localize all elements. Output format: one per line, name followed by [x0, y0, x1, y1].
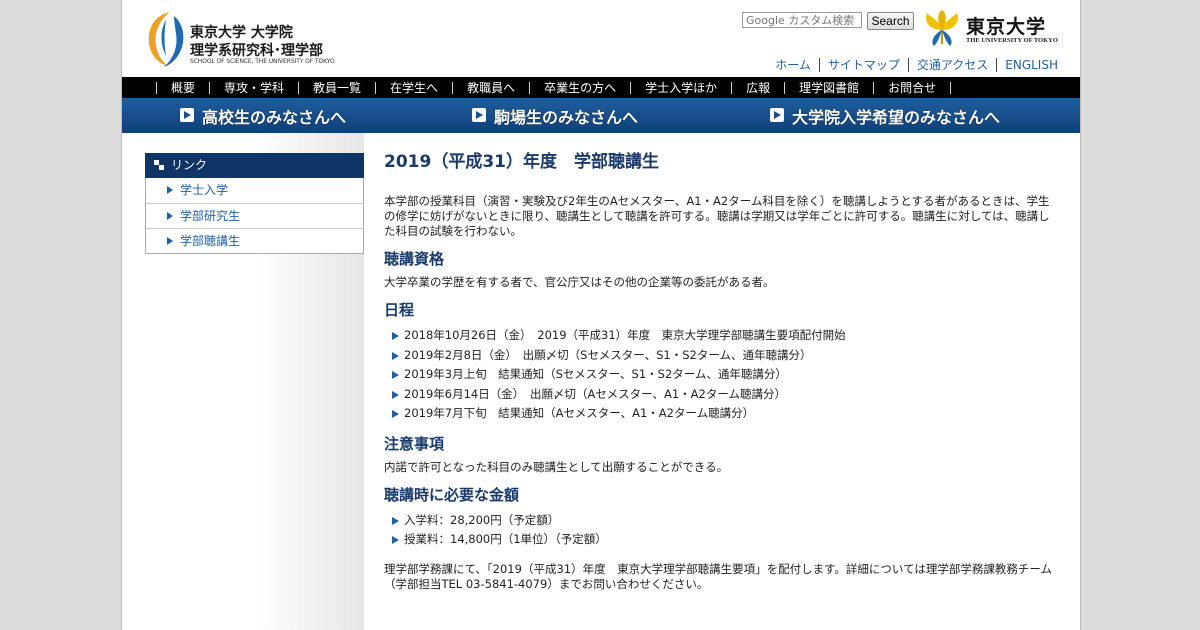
- list-item: 入学料：28,200円（予定額）: [384, 511, 1054, 531]
- nav-item-library[interactable]: 理学図書館: [784, 81, 873, 94]
- sidebar-heading: リンク: [145, 153, 364, 178]
- triangle-right-icon: [392, 351, 399, 360]
- triangle-right-icon: [392, 390, 399, 399]
- util-nav-home[interactable]: ホーム: [767, 58, 820, 72]
- qualification-heading: 聴講資格: [384, 250, 445, 268]
- list-item: 授業料：14,800円（1単位）（予定額）: [384, 530, 1054, 550]
- arrow-right-icon: [472, 108, 486, 122]
- arrow-right-icon: [180, 108, 194, 122]
- qualification-text: 大学卒業の学歴を有する者で、官公庁又はその他の企業等の委託がある者。: [384, 275, 775, 289]
- utokyo-name-en: THE UNIVERSITY OF TOKYO: [966, 37, 1058, 44]
- banner-komaba[interactable]: 駒場生のみなさんへ: [441, 98, 760, 133]
- section-notes: 注意事項 内諾で許可となった科目のみ聴講生として出願することができる。: [384, 434, 1054, 475]
- main-content: 2019（平成31）年度 学部聴講生 本学部の授業科目（演習・実験及び2年生のA…: [384, 150, 1054, 592]
- triangle-right-icon: [392, 371, 399, 379]
- fees-heading: 聴講時に必要な金額: [384, 485, 520, 504]
- search-button[interactable]: Search: [867, 12, 914, 30]
- triangle-right-icon: [392, 410, 399, 418]
- nav-item-departments[interactable]: 専攻・学科: [209, 81, 298, 94]
- section-fees: 聴講時に必要な金額 入学料：28,200円（予定額） 授業料：14,800円（1…: [384, 485, 1054, 550]
- banner-high-school[interactable]: 高校生のみなさんへ: [122, 98, 441, 133]
- logo-subtitle: SCHOOL OF SCIENCE, THE UNIVERSITY OF TOK…: [190, 58, 335, 65]
- audience-banner: 高校生のみなさんへ 駒場生のみなさんへ 大学院入学希望のみなさんへ: [122, 98, 1080, 133]
- list-item: 2018年10月26日（金） 2019（平成31）年度 東京大学理学部聴講生要項…: [384, 326, 1054, 346]
- utokyo-logo[interactable]: 東京大学 THE UNIVERSITY OF TOKYO: [924, 10, 1060, 50]
- intro-text: 本学部の授業科目（演習・実験及び2年生のAセメスター、A1・A2ターム科目を除く…: [384, 194, 1050, 238]
- faculty-logo-mark-icon: [148, 12, 184, 67]
- list-item: 2019年2月8日（金） 出願〆切（Sセメスター、S1・S2ターム、通年聴講分）: [384, 346, 1054, 366]
- distribution-note: 理学部学務課にて、「2019（平成31）年度 東京大学理学部聴講生要項」を配付し…: [384, 561, 1052, 591]
- nav-item-students[interactable]: 在学生へ: [375, 81, 452, 94]
- banner-label: 駒場生のみなさんへ: [494, 108, 639, 127]
- triangle-right-icon: [392, 332, 399, 340]
- nav-item-contact[interactable]: お問合せ: [873, 81, 952, 94]
- arrow-right-icon: [770, 108, 784, 122]
- triangle-right-icon: [392, 536, 399, 544]
- util-nav-access[interactable]: 交通アクセス: [908, 58, 998, 72]
- logo-title-line2: 理学系研究科･理学部: [190, 43, 323, 59]
- logo-title-line1: 東京大学 大学院: [190, 25, 293, 41]
- sidebar-item-auditing-student[interactable]: 学部聴講生: [146, 228, 363, 253]
- banner-label: 大学院入学希望のみなさんへ: [792, 108, 1001, 127]
- triangle-right-icon: [167, 186, 173, 194]
- triangle-right-icon: [167, 212, 173, 220]
- faculty-logo[interactable]: 東京大学 大学院 理学系研究科･理学部 SCHOOL OF SCIENCE, T…: [144, 10, 335, 68]
- nav-item-pr[interactable]: 広報: [731, 81, 784, 94]
- nav-item-alumni[interactable]: 卒業生の方へ: [529, 81, 630, 94]
- banner-label: 高校生のみなさんへ: [202, 108, 347, 127]
- triangle-right-icon: [167, 237, 173, 245]
- sidebar-heading-label: リンク: [171, 158, 208, 172]
- page-title: 2019（平成31）年度 学部聴講生: [384, 152, 659, 172]
- global-nav: 概要 専攻・学科 教員一覧 在学生へ 教職員へ 卒業生の方へ 学士入学ほか 広報…: [122, 77, 1080, 98]
- nav-item-staff[interactable]: 教職員へ: [452, 81, 529, 94]
- sidebar-item-research-student[interactable]: 学部研究生: [146, 203, 363, 228]
- search-input[interactable]: [742, 12, 862, 28]
- utility-nav: ホーム サイトマップ 交通アクセス ENGLISH: [767, 56, 1058, 73]
- ginkgo-icon: [926, 10, 958, 46]
- section-qualification: 聴講資格 大学卒業の学歴を有する者で、官公庁又はその他の企業等の委託がある者。: [384, 249, 1054, 290]
- list-item: 2019年3月上旬 結果通知（Sセメスター、S1・S2ターム、通年聴講分）: [384, 365, 1054, 385]
- triangle-right-icon: [392, 516, 399, 525]
- notes-heading: 注意事項: [384, 434, 445, 453]
- section-schedule: 日程 2018年10月26日（金） 2019（平成31）年度 東京大学理学部聴講…: [384, 300, 1054, 424]
- banner-graduate[interactable]: 大学院入学希望のみなさんへ: [760, 98, 1079, 133]
- util-nav-english[interactable]: ENGLISH: [997, 58, 1058, 72]
- page: 東京大学 大学院 理学系研究科･理学部 SCHOOL OF SCIENCE, T…: [121, 0, 1081, 630]
- sidebar-item-bachelor-admission[interactable]: 学士入学: [146, 178, 363, 203]
- util-nav-sitemap[interactable]: サイトマップ: [819, 58, 909, 72]
- utokyo-name-jp: 東京大学: [966, 16, 1047, 38]
- notes-text: 内諾で許可となった科目のみ聴講生として出願することができる。: [384, 459, 729, 474]
- nav-item-faculty-list[interactable]: 教員一覧: [298, 81, 375, 94]
- list-item: 2019年6月14日（金） 出願〆切（Aセメスター、A1・A2ターム聴講分）: [384, 385, 1054, 405]
- nav-item-overview[interactable]: 概要: [156, 81, 209, 94]
- schedule-heading: 日程: [384, 301, 415, 319]
- sidebar: リンク 学士入学 学部研究生 学部聴講生: [145, 153, 364, 254]
- nav-item-admission[interactable]: 学士入学ほか: [630, 81, 731, 94]
- checker-square-icon: [154, 160, 164, 170]
- list-item: 2019年7月下旬 結果通知（Aセメスター、A1・A2ターム聴講分）: [384, 404, 1054, 424]
